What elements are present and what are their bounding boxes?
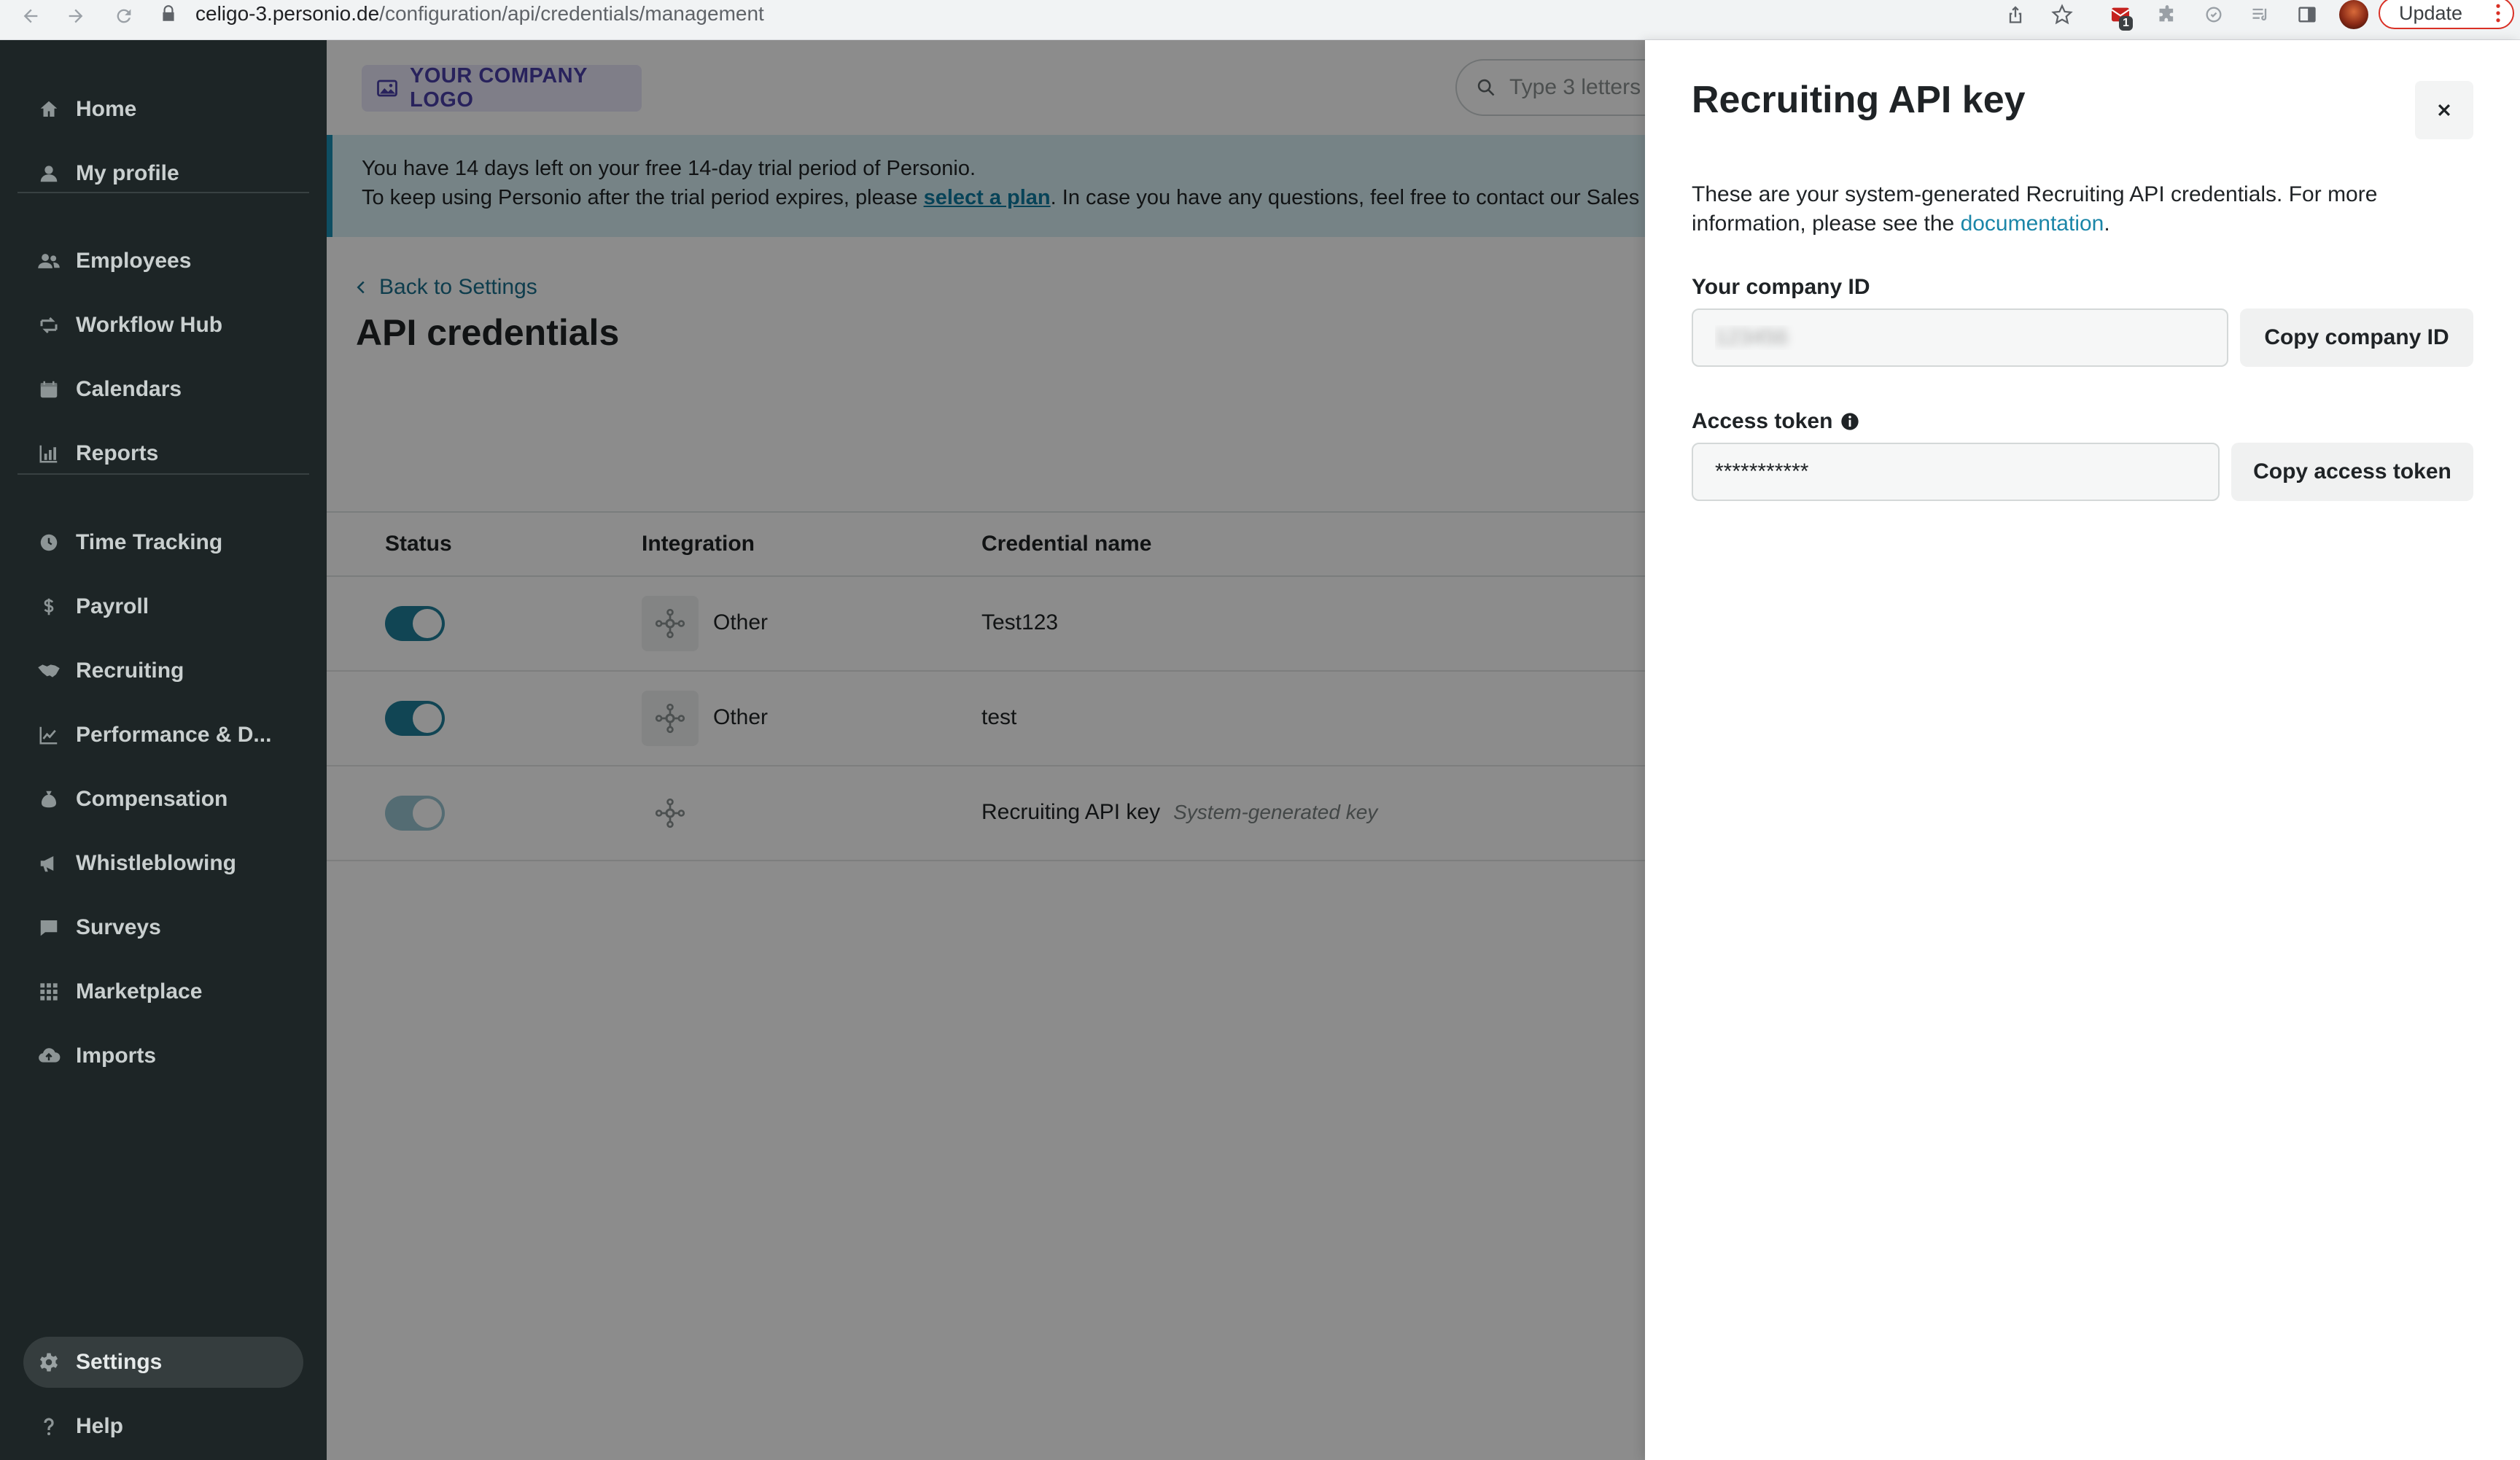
copy-company-id-button[interactable]: Copy company ID: [2240, 308, 2473, 367]
trend-icon: [36, 723, 61, 748]
drawer-description-text: .: [2104, 211, 2110, 236]
sidebar-item-performance[interactable]: Performance & D...: [23, 710, 303, 761]
megaphone-icon: [36, 851, 61, 876]
grid-icon: [36, 979, 61, 1004]
drawer-title: Recruiting API key: [1692, 79, 2026, 121]
sidebar-item-home[interactable]: Home: [23, 84, 303, 135]
sidebar-item-whistleblowing[interactable]: Whistleblowing: [23, 838, 303, 889]
sidebar-item-help[interactable]: Help: [23, 1401, 303, 1452]
sidebar-item-workflow-hub[interactable]: Workflow Hub: [23, 300, 303, 351]
sidebar-item-label: Settings: [76, 1350, 163, 1374]
url-text: celigo-3.personio.de/configuration/api/c…: [195, 2, 764, 26]
sidebar-item-label: Performance & D...: [76, 723, 272, 747]
reload-icon[interactable]: [108, 1, 140, 31]
sync-icon[interactable]: [2198, 0, 2230, 29]
sidebar-item-label: Recruiting: [76, 659, 184, 683]
sidebar-item-recruiting[interactable]: Recruiting: [23, 645, 303, 696]
kebab-menu-icon: [2495, 4, 2501, 23]
update-button[interactable]: Update: [2379, 0, 2514, 29]
sidebar-item-label: Surveys: [76, 915, 161, 939]
company-id-field[interactable]: [1692, 308, 2228, 367]
home-icon: [36, 97, 61, 122]
sidebar-item-label: Reports: [76, 441, 159, 465]
sidebar-item-label: Calendars: [76, 377, 182, 401]
bar-chart-icon: [36, 441, 61, 466]
sidebar: Home My profile Employees Workflow Hub C…: [0, 40, 327, 1460]
clock-icon: [36, 530, 61, 555]
sidebar-item-payroll[interactable]: Payroll: [23, 581, 303, 632]
user-icon: [36, 161, 61, 186]
close-icon: [2436, 102, 2452, 118]
sidebar-item-reports[interactable]: Reports: [23, 428, 303, 479]
star-icon[interactable]: [2046, 0, 2078, 29]
sidebar-item-label: Imports: [76, 1044, 157, 1068]
sidebar-item-label: Workflow Hub: [76, 313, 223, 337]
sidebar-divider: [18, 473, 309, 475]
copy-access-token-button[interactable]: Copy access token: [2231, 443, 2473, 501]
sidebar-item-settings[interactable]: Settings: [23, 1337, 303, 1388]
close-button[interactable]: [2415, 81, 2473, 139]
people-icon: [36, 249, 61, 273]
back-arrow-icon[interactable]: [15, 1, 47, 31]
sidebar-item-compensation[interactable]: Compensation: [23, 774, 303, 825]
sidebar-item-label: Marketplace: [76, 979, 203, 1003]
sidebar-item-label: Compensation: [76, 787, 228, 811]
access-token-field[interactable]: [1692, 443, 2220, 501]
forward-arrow-icon[interactable]: [60, 1, 92, 31]
puzzle-icon[interactable]: [2151, 0, 2183, 29]
company-id-label-text: Your company ID: [1692, 275, 1870, 299]
sidebar-item-time-tracking[interactable]: Time Tracking: [23, 517, 303, 568]
sidebar-item-employees[interactable]: Employees: [23, 236, 303, 287]
url-host: celigo-3.personio.de: [195, 2, 380, 25]
reading-list-icon[interactable]: [2244, 0, 2276, 29]
sidebar-item-marketplace[interactable]: Marketplace: [23, 966, 303, 1017]
drawer-description: These are your system-generated Recruiti…: [1692, 180, 2479, 238]
documentation-link[interactable]: documentation: [1961, 211, 2104, 236]
chat-icon: [36, 915, 61, 940]
browser-toolbar: celigo-3.personio.de/configuration/api/c…: [0, 0, 2520, 40]
sidebar-item-surveys[interactable]: Surveys: [23, 902, 303, 953]
sidebar-item-label: Time Tracking: [76, 530, 223, 554]
sidebar-item-imports[interactable]: Imports: [23, 1030, 303, 1082]
sidebar-divider: [18, 192, 309, 193]
update-label: Update: [2399, 1, 2463, 24]
lock-icon: [159, 4, 178, 23]
extension-badge: 1: [2119, 16, 2133, 31]
sidebar-item-label: Help: [76, 1414, 124, 1438]
modal-backdrop[interactable]: [327, 40, 1645, 1460]
access-token-label: Access token: [1692, 409, 1860, 434]
handshake-icon: [36, 659, 61, 683]
profile-avatar[interactable]: [2339, 0, 2368, 29]
sidebar-item-label: Employees: [76, 249, 192, 273]
company-id-label: Your company ID: [1692, 275, 1870, 300]
sidebar-item-label: Payroll: [76, 594, 149, 618]
sidebar-item-label: Whistleblowing: [76, 851, 236, 875]
share-icon[interactable]: [1999, 0, 2031, 29]
gear-icon: [36, 1350, 61, 1375]
side-panel-icon[interactable]: [2291, 0, 2323, 29]
url-path: /configuration/api/credentials/managemen…: [379, 2, 764, 25]
dollar-icon: [36, 594, 61, 619]
calendar-icon: [36, 377, 61, 402]
info-icon[interactable]: [1840, 411, 1860, 432]
sidebar-item-calendars[interactable]: Calendars: [23, 364, 303, 415]
api-key-drawer: Recruiting API key These are your system…: [1645, 40, 2520, 1460]
sidebar-item-label: Home: [76, 97, 137, 121]
address-bar[interactable]: celigo-3.personio.de/configuration/api/c…: [159, 0, 1996, 28]
question-icon: [36, 1414, 61, 1439]
workflow-icon: [36, 313, 61, 338]
sidebar-item-label: My profile: [76, 161, 179, 185]
cloud-upload-icon: [36, 1044, 61, 1068]
access-token-label-text: Access token: [1692, 409, 1833, 433]
moneybag-icon: [36, 787, 61, 812]
